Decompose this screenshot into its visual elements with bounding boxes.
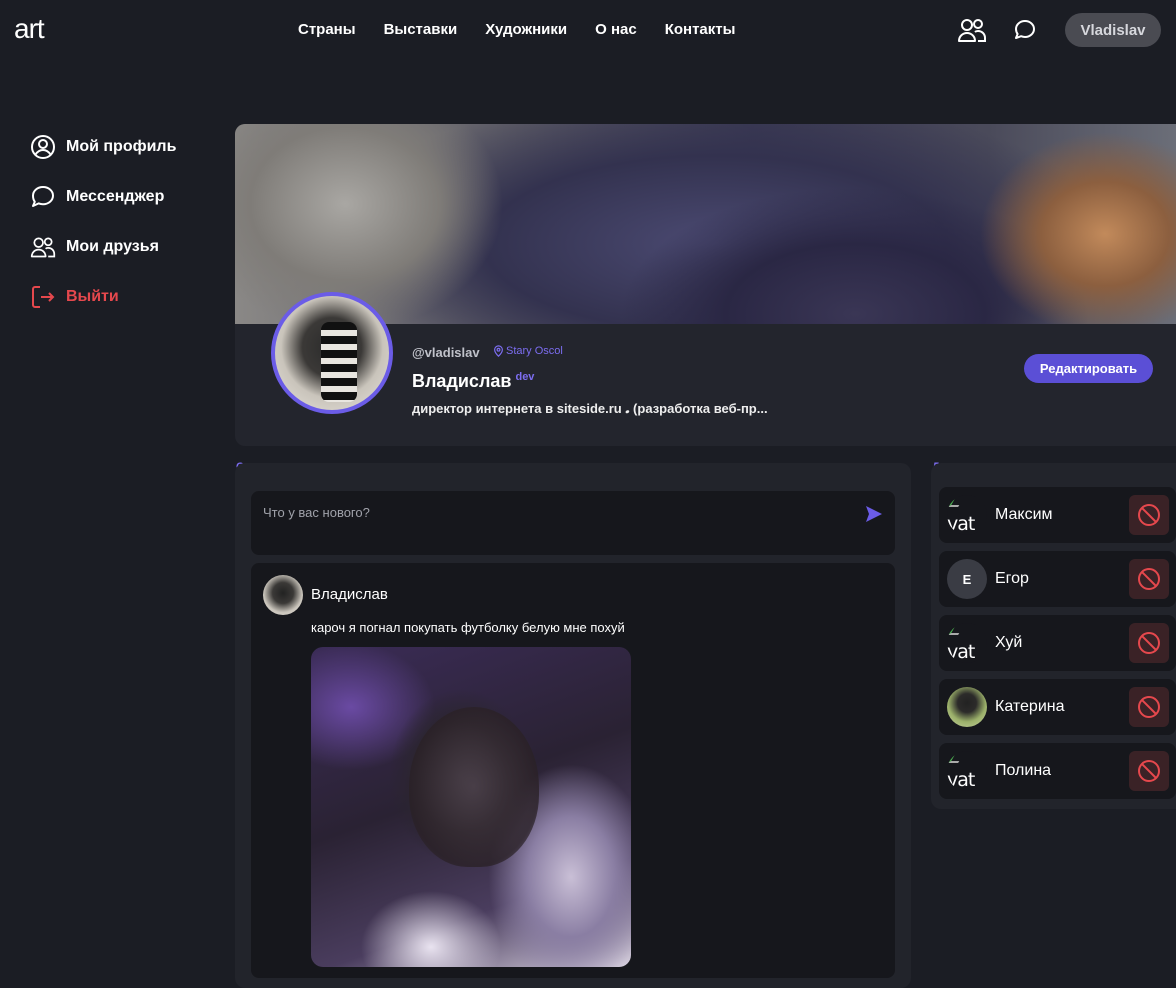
sidebar-item-messenger[interactable]: Мессенджер xyxy=(30,184,176,210)
profile-location: Stary Oscol xyxy=(493,345,563,357)
profile-card: @vladislav Stary Oscol Владислав dev дире… xyxy=(235,124,1176,446)
chat-bubble-icon[interactable] xyxy=(1010,15,1040,45)
top-navbar: art Страны Выставки Художники О нас Конт… xyxy=(0,0,1176,60)
friend-avatar: vat xyxy=(947,623,987,663)
nav-link-artists[interactable]: Художники xyxy=(485,20,567,40)
site-logo[interactable]: art xyxy=(14,14,45,44)
edit-profile-button[interactable]: Редактировать xyxy=(1024,354,1153,383)
friend-avatar: E xyxy=(947,559,987,599)
profile-handle: @vladislav xyxy=(412,345,480,360)
nav-link-contacts[interactable]: Контакты xyxy=(665,20,736,40)
sidebar: Мой профиль Мессенджер Мои друзья Выйти xyxy=(30,134,176,334)
user-menu-button[interactable]: Vladislav xyxy=(1065,13,1161,47)
sidebar-item-label: Выйти xyxy=(66,288,119,305)
friends-icon[interactable] xyxy=(957,15,987,45)
friend-name: Катерина xyxy=(995,698,1065,715)
block-icon[interactable] xyxy=(1129,623,1169,663)
sidebar-item-logout[interactable]: Выйти xyxy=(30,284,176,310)
friends-panel: vat Максим E Егор vat Хуй Катерина vat П… xyxy=(931,463,1176,809)
profile-bio: директор интернета в siteside.ru 𝅘 (разр… xyxy=(412,401,768,416)
location-pin-icon xyxy=(494,345,503,357)
wall-post: Владислав кароч я погнал покупать футбол… xyxy=(251,563,895,978)
friend-name: Полина xyxy=(995,762,1052,779)
block-icon[interactable] xyxy=(1129,495,1169,535)
cover-image xyxy=(235,124,1176,324)
friend-item[interactable]: vat Полина xyxy=(939,743,1176,799)
sidebar-item-profile[interactable]: Мой профиль xyxy=(30,134,176,160)
block-icon[interactable] xyxy=(1129,687,1169,727)
send-icon[interactable] xyxy=(865,505,883,528)
friend-name: Максим xyxy=(995,506,1053,523)
sidebar-item-label: Мой профиль xyxy=(66,138,177,155)
profile-name-text: Владислав xyxy=(412,371,512,391)
friend-item[interactable]: E Егор xyxy=(939,551,1176,607)
profile-name: Владислав dev xyxy=(412,371,534,392)
post-author-name[interactable]: Владислав xyxy=(311,586,388,603)
post-composer[interactable]: Что у вас нового? xyxy=(251,491,895,555)
friend-avatar xyxy=(947,687,987,727)
friend-avatar: vat xyxy=(947,495,987,535)
sidebar-item-friends[interactable]: Мои друзья xyxy=(30,234,176,260)
nav-link-about[interactable]: О нас xyxy=(595,20,637,40)
friend-name: Егор xyxy=(995,570,1029,587)
post-image[interactable] xyxy=(311,647,631,967)
friend-name: Хуй xyxy=(995,634,1023,651)
block-icon[interactable] xyxy=(1129,559,1169,599)
friend-avatar: vat xyxy=(947,751,987,791)
dev-badge: dev xyxy=(515,371,535,383)
sidebar-item-label: Мои друзья xyxy=(66,238,159,255)
friend-item[interactable]: Катерина xyxy=(939,679,1176,735)
logout-icon xyxy=(32,286,55,308)
chat-bubble-icon xyxy=(32,186,54,207)
main-nav: Страны Выставки Художники О нас Контакты xyxy=(298,20,735,40)
sidebar-item-label: Мессенджер xyxy=(66,188,165,205)
friends-icon xyxy=(30,237,56,258)
nav-link-countries[interactable]: Страны xyxy=(298,20,356,40)
post-text: кароч я погнал покупать футболку белую м… xyxy=(311,620,625,635)
wall-panel: Что у вас нового? Владислав кароч я погн… xyxy=(235,463,911,988)
post-author-avatar[interactable] xyxy=(263,575,303,615)
composer-placeholder: Что у вас нового? xyxy=(263,505,370,520)
location-text: Stary Oscol xyxy=(506,345,563,357)
friend-item[interactable]: vat Максим xyxy=(939,487,1176,543)
profile-avatar[interactable] xyxy=(271,292,393,414)
friend-item[interactable]: vat Хуй xyxy=(939,615,1176,671)
block-icon[interactable] xyxy=(1129,751,1169,791)
nav-link-exhibitions[interactable]: Выставки xyxy=(384,20,458,40)
user-circle-icon xyxy=(31,135,55,159)
